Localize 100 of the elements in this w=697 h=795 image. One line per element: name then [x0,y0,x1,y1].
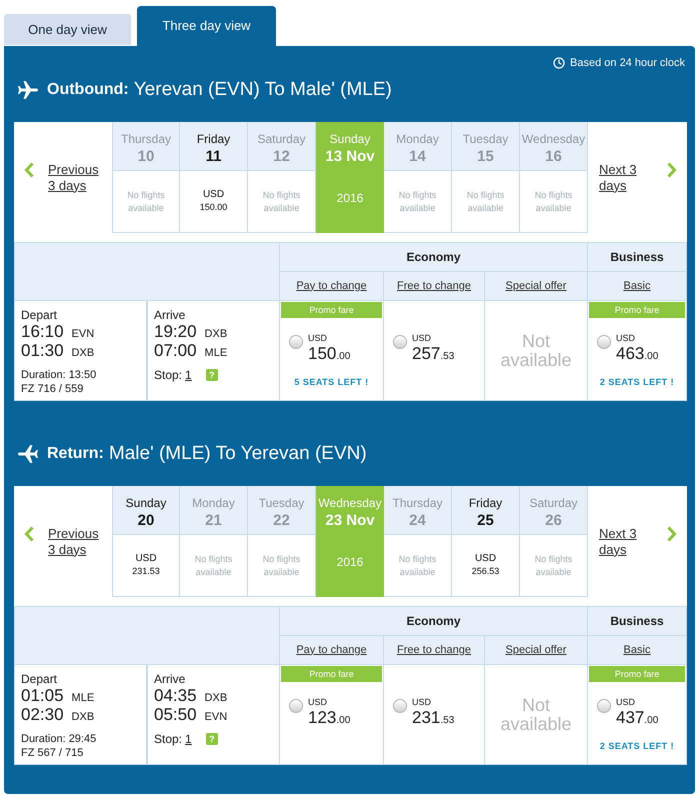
date-label: 22 [273,512,290,530]
previous-days-link[interactable]: Previous 3 days [48,162,106,194]
weekday-label: Tuesday [258,496,304,510]
cabin-header: Business [610,613,664,630]
time-text: 19:20 [154,322,197,341]
view-tab[interactable]: Three day view [137,6,276,46]
fare-price: 150.00 [308,344,350,365]
stops-link[interactable]: 1 [185,368,192,382]
no-flights-note: No flights available [534,553,574,579]
airport-code: MLE [204,347,228,360]
currency-label: USD [308,697,328,708]
date-label: 26 [545,512,562,530]
no-flights-note: No flights available [466,189,506,215]
depart-label: Depart [21,308,58,322]
weekday-label: Tuesday [462,132,508,146]
airport-code: EVN [204,711,228,724]
date-label: 20 [138,512,154,530]
route-title: Yerevan (EVN) To Male' (MLE) [134,78,392,102]
arrive-label: Arrive [154,672,186,686]
date-label: 14 [409,148,426,166]
date-label: 12 [273,148,290,166]
fare-price: 123.00 [308,708,350,729]
view-tab[interactable]: One day view [4,14,131,45]
chevron-right-icon[interactable] [667,526,677,542]
currency-label: USD [412,333,432,344]
seats-left-text: 5 SEATS LEFT ! [294,377,369,388]
weekday-label: Saturday [529,496,578,510]
weekday-label: Monday [396,132,439,146]
duration-text: Duration: 13:50 [21,368,98,382]
fare-radio[interactable] [597,335,611,349]
fare-radio[interactable] [289,335,303,349]
weekday-label: Monday [192,496,235,510]
flight-numbers: FZ 567 / 715 [21,746,84,760]
day-currency: USD [474,553,496,565]
route-title: Male' (MLE) To Yerevan (EVN) [108,442,367,466]
fare-radio[interactable] [289,699,303,713]
airport-code: MLE [72,692,94,705]
flight-numbers: FZ 716 / 559 [21,382,84,396]
fare-radio[interactable] [597,699,611,713]
day-price: 231.53 [132,565,160,577]
fare-price: 231.53 [412,708,454,729]
year-label: 2016 [336,191,364,205]
stops-label: Stop: [154,732,182,746]
day-cell[interactable]: Friday 25 USD 256.53 [452,486,520,597]
weekday-label: Sunday [126,496,166,510]
year-label: 2016 [336,555,364,569]
weekday-label: Saturday [257,132,306,146]
day-price: 256.53 [472,565,500,577]
date-label: 25 [477,512,494,530]
promo-banner: Promo fare [589,666,685,682]
date-label: 15 [477,148,494,166]
direction-label: Outbound: [47,80,129,100]
no-flights-note: No flights available [262,189,302,215]
fare-type-link[interactable]: Basic [624,278,650,294]
stops-link[interactable]: 1 [185,732,192,746]
promo-banner: Promo fare [281,666,382,682]
date-label: 11 [206,148,222,166]
day-cell[interactable]: Sunday 20 USD 231.53 [112,486,180,597]
fare-radio[interactable] [393,335,407,349]
time-text: 05:50 [154,705,197,724]
fare-type-link[interactable]: Basic [624,642,650,658]
direction-label: Return: [47,444,104,464]
weekday-label: Friday [468,496,502,510]
fare-price: 463.00 [616,344,658,365]
fare-radio[interactable] [393,699,407,713]
day-currency: USD [202,189,224,201]
next-days-link[interactable]: Next 3 days [599,162,647,194]
previous-days-link[interactable]: Previous 3 days [48,526,106,558]
chevron-left-icon[interactable] [24,162,34,178]
chevron-left-icon[interactable] [24,526,34,542]
date-label: 16 [545,148,562,166]
chevron-right-icon[interactable] [667,162,677,178]
depart-label: Depart [21,672,58,686]
airport-code: EVN [72,328,94,341]
time-text: 07:00 [154,341,197,360]
currency-label: USD [616,697,636,708]
date-label: 13 Nov [325,148,375,166]
stops-label: Stop: [154,368,182,382]
cabin-header: Business [610,249,664,266]
seats-left-text: 2 SEATS LEFT ! [600,377,674,388]
fare-price: 437.00 [616,708,658,729]
next-days-link[interactable]: Next 3 days [599,526,647,558]
cabin-header: Economy [406,249,460,266]
clock-icon [553,57,566,69]
arrive-label: Arrive [154,308,186,322]
date-label: 21 [205,512,222,530]
weekday-label: Thursday [120,132,172,146]
day-cell[interactable]: Friday 11 USD 150.00 [180,122,248,233]
no-flights-note: No flights available [262,553,302,579]
weekday-label: Wednesday [318,496,382,510]
weekday-label: Sunday [330,132,370,146]
promo-banner: Promo fare [589,302,685,318]
no-flights-note: No flights available [126,189,166,215]
day-price: 150.00 [200,201,228,213]
airport-code: DXB [204,692,228,705]
weekday-label: Wednesday [522,132,586,146]
time-text: 02:30 [21,705,64,724]
weekday-label: Friday [196,132,230,146]
time-text: 01:30 [21,341,64,360]
airport-code: DXB [72,347,94,360]
